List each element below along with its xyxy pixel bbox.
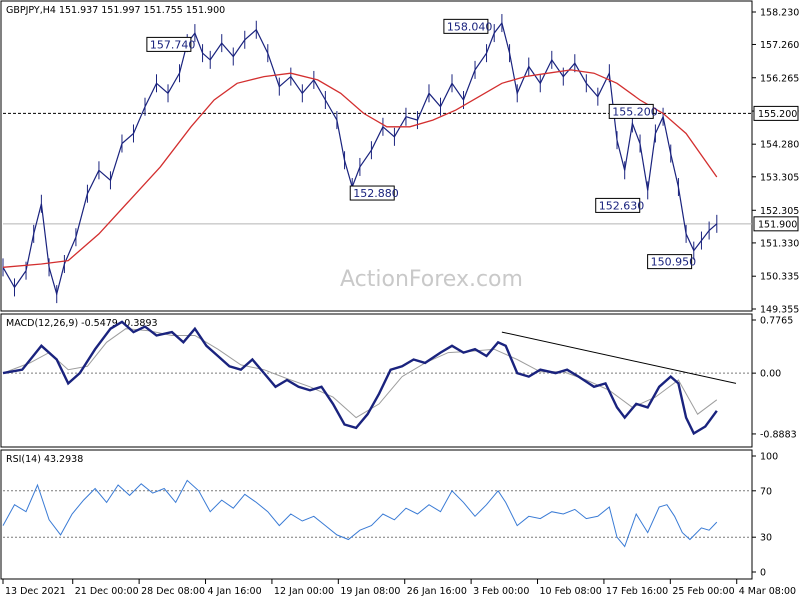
macd-trendline [501,331,737,384]
x-tick-label: 19 Jan 08:00 [340,586,400,597]
x-tick-label: 13 Dec 2021 [5,586,66,597]
x-tick-label: 21 Dec 00:00 [75,586,139,597]
x-tick-label: 28 Dec 08:00 [141,586,205,597]
macd-header: MACD(12,26,9) -0.5479 -0.3893 [6,318,158,329]
x-tick-label: 26 Jan 16:00 [407,586,467,597]
x-tick-label: 3 Feb 00:00 [473,586,529,597]
y-tick-label: 157.260 [760,40,799,51]
price-callout-label: 152.630 [599,199,645,212]
x-axis-labels: 13 Dec 2021 21 Dec 00:00 28 Dec 08:00 4 Jan… [2,579,796,597]
rsi-y-tick-label: 30 [760,533,772,544]
main-panel-frame [0,0,753,312]
rsi-y-tick-label: 70 [760,486,772,497]
price-callout-label: 152.880 [353,187,399,200]
macd-main-line [2,320,718,436]
x-tick-label: 10 Feb 08:00 [540,586,602,597]
rsi-y-tick-label: 0 [760,568,766,579]
price-callout-label: 155.200 [612,105,658,118]
x-tick-label: 4 Mar 08:00 [739,586,796,597]
macd-panel-frame [0,313,753,448]
rsi-y-tick-label: 100 [760,452,778,463]
level-price-label: 155.200 [758,109,797,120]
rsi-header: RSI(14) 43.2938 [6,454,83,465]
main-plot: 157.740 152.880 158.040 155.200 152.630 150.9… [2,14,752,304]
watermark: ActionForex.com [340,267,523,292]
y-tick-label: 151.330 [760,238,799,249]
macd-y-tick-label: -0.8883 [760,429,797,440]
macd-y-tick-label: 0.00 [760,369,781,380]
price-callout-label: 157.740 [150,38,196,51]
x-tick-label: 4 Jan 16:00 [208,586,262,597]
y-tick-label: 152.305 [760,206,799,217]
macd-plot [2,320,752,436]
rsi-panel-frame [0,449,753,580]
y-axis-labels: 158.230157.260156.265155.270154.280153.3… [752,8,799,579]
gbpjpy-chart: ActionForex.com GBPJPY,H4 151.937 151.99… [0,0,799,597]
main-header: GBPJPY,H4 151.937 151.997 151.755 151.90… [6,5,225,16]
level-price-label: 151.900 [758,219,797,230]
y-tick-label: 154.280 [760,140,799,151]
rsi-plot [2,479,752,548]
price-callout-label: 158.040 [447,20,493,33]
price-callout-label: 150.950 [651,256,697,269]
x-tick-label: 25 Feb 00:00 [672,586,734,597]
y-tick-label: 158.230 [760,8,799,19]
x-tick-label: 12 Jan 00:00 [274,586,334,597]
macd-y-tick-label: 0.7765 [760,316,793,327]
y-tick-label: 149.355 [760,305,799,316]
y-tick-label: 156.265 [760,73,799,84]
y-tick-label: 150.335 [760,272,799,283]
x-tick-label: 17 Feb 16:00 [606,586,668,597]
y-tick-label: 153.305 [760,172,799,183]
